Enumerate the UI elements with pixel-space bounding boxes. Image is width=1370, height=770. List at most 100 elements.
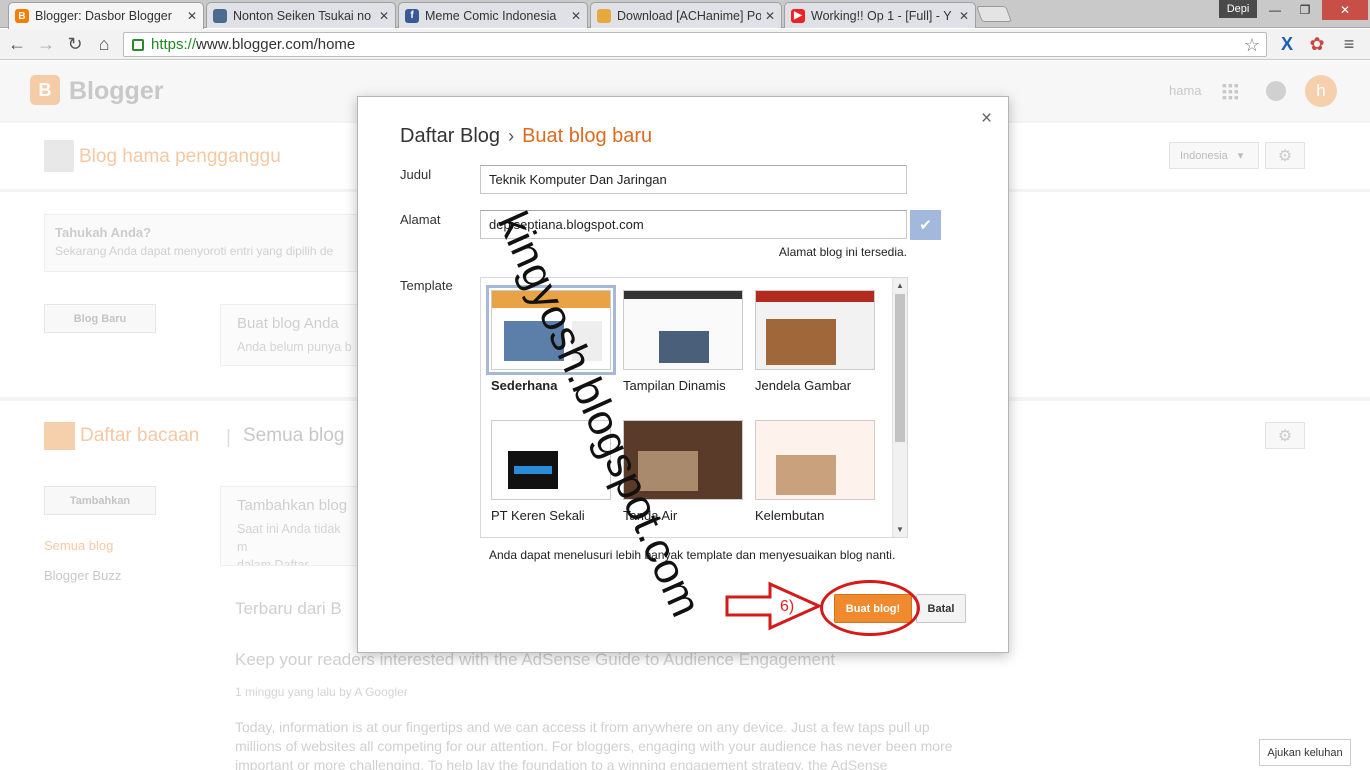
breadcrumb-root[interactable]: Daftar Blog <box>400 125 500 147</box>
scroll-down-icon[interactable]: ▼ <box>896 525 904 534</box>
template-thumbnail <box>755 290 875 370</box>
template-name: Tanda Air <box>623 508 678 523</box>
browser-tab-download[interactable]: Download [ACHanime] Po ✕ <box>590 2 782 28</box>
url-path: www.blogger.com/home <box>196 36 356 53</box>
callout-body: Anda belum punya b <box>237 340 352 354</box>
tab-close-icon[interactable]: ✕ <box>765 9 775 23</box>
maximize-icon[interactable]: ❐ <box>1290 0 1320 20</box>
apps-grid-icon[interactable]: ▪▪▪ ▪▪▪ ▪▪▪ <box>1222 78 1240 104</box>
bookmark-star-icon[interactable]: ☆ <box>1244 35 1260 56</box>
address-available-text: Alamat blog ini tersedia. <box>778 245 907 259</box>
settings-gear-icon[interactable]: ⚙ <box>1265 142 1305 169</box>
template-thumbnail <box>491 420 611 500</box>
tab-close-icon[interactable]: ✕ <box>379 9 389 23</box>
annotation-arrow <box>725 581 823 631</box>
callout-title: Buat blog Anda <box>237 315 339 332</box>
template-name: Sederhana <box>491 378 558 393</box>
address-bar[interactable]: https:// www.blogger.com/home ☆ <box>123 32 1267 57</box>
template-name: Jendela Gambar <box>755 378 852 393</box>
blog-name[interactable]: Blog hama pengganggu <box>79 146 281 168</box>
back-icon[interactable]: ← <box>6 33 28 55</box>
new-blog-button[interactable]: Blog Baru <box>44 304 156 333</box>
avatar[interactable]: h <box>1305 75 1337 107</box>
reading-list-title: Daftar bacaan <box>80 425 200 446</box>
header-username[interactable]: hama <box>1169 83 1202 98</box>
extension-x-icon[interactable]: X <box>1276 33 1298 55</box>
tv-icon <box>213 8 227 23</box>
template-scrollbar[interactable]: ▲ ▼ <box>892 278 907 537</box>
browser-toolbar: ← → ↻ ⌂ https:// www.blogger.com/home ☆ … <box>0 29 1370 60</box>
dialog-close-icon[interactable]: × <box>981 108 992 130</box>
brand-name: Blogger <box>69 77 164 105</box>
reading-settings-gear-icon[interactable]: ⚙ <box>1265 422 1305 449</box>
template-jendela-gambar[interactable]: Jendela Gambar <box>755 290 879 393</box>
template-thumbnail <box>755 420 875 500</box>
add-button[interactable]: Tambahkan <box>44 486 156 515</box>
facebook-icon: f <box>405 8 419 23</box>
blogger-logo-icon[interactable]: B <box>30 75 60 105</box>
template-label: Template <box>400 278 453 293</box>
reload-icon[interactable]: ↻ <box>64 33 86 55</box>
browser-tab-blogger[interactable]: B Blogger: Dasbor Blogger ✕ <box>8 2 204 29</box>
tab-title: Meme Comic Indonesia <box>425 8 557 23</box>
template-thumbnail <box>486 285 616 375</box>
template-name: PT Keren Sekali <box>491 508 585 523</box>
language-value: Indonesia <box>1180 149 1228 162</box>
breadcrumb-current: Buat blog baru <box>522 125 653 147</box>
browser-user-badge[interactable]: Depi <box>1219 0 1257 18</box>
post-title[interactable]: Keep your readers interested with the Ad… <box>235 650 835 670</box>
title-label: Judul <box>400 167 432 182</box>
annotation-step-label: 6) <box>780 598 795 615</box>
title-separator: | <box>226 427 231 448</box>
minimize-icon[interactable]: — <box>1260 0 1290 20</box>
template-kelembutan[interactable]: Kelembutan <box>755 420 879 523</box>
forward-icon[interactable]: → <box>35 33 57 55</box>
title-input[interactable] <box>480 165 907 194</box>
tab-close-icon[interactable]: ✕ <box>187 9 197 23</box>
check-icon: ✔ <box>910 210 941 240</box>
browser-tab-meme[interactable]: f Meme Comic Indonesia ✕ <box>398 2 588 28</box>
language-select[interactable]: Indonesia ▾ <box>1169 142 1259 169</box>
nav-blogger-buzz[interactable]: Blogger Buzz <box>44 568 121 583</box>
address-input[interactable] <box>480 210 907 239</box>
nav-all-blogs[interactable]: Semua blog <box>44 538 113 553</box>
extension-anime-icon[interactable]: ✿ <box>1306 33 1328 55</box>
template-pt-keren-sekali[interactable]: PT Keren Sekali <box>491 420 615 523</box>
reading-list-icon <box>44 422 75 450</box>
template-sederhana[interactable]: Sederhana <box>486 285 616 393</box>
home-icon[interactable]: ⌂ <box>93 33 115 55</box>
browser-tab-youtube[interactable]: ▶ Working!! Op 1 - [Full] - Y ✕ <box>784 2 976 28</box>
create-blog-dialog: × Daftar Blog › Buat blog baru Judul Alama… <box>357 96 1009 653</box>
latest-from-heading: Terbaru dari B <box>235 599 342 618</box>
post-body: Today, information is at our fingertips … <box>235 719 953 770</box>
folder-icon <box>597 8 611 23</box>
notification-bell-icon[interactable] <box>1266 81 1286 101</box>
template-picker: Sederhana Tampilan Dinamis Jendela Gamba… <box>480 277 908 538</box>
menu-icon[interactable]: ≡ <box>1338 33 1360 55</box>
tab-title: Blogger: Dasbor Blogger <box>35 9 172 23</box>
tab-close-icon[interactable]: ✕ <box>571 9 581 23</box>
window-close-icon[interactable]: ✕ <box>1322 0 1368 20</box>
template-tanda-air[interactable]: Tanda Air <box>623 420 747 523</box>
report-button[interactable]: Ajukan keluhan <box>1259 739 1351 766</box>
address-label: Alamat <box>400 212 441 227</box>
tab-close-icon[interactable]: ✕ <box>959 9 969 23</box>
scroll-up-icon[interactable]: ▲ <box>896 281 904 290</box>
cancel-button[interactable]: Batal <box>916 594 966 623</box>
tip-box: Tahukah Anda? Sekarang Anda dapat menyor… <box>44 214 364 272</box>
add-blogs-callout: Tambahkan blog Saat ini Anda tidak m dal… <box>220 486 370 566</box>
youtube-icon: ▶ <box>791 8 805 23</box>
callout-title: Tambahkan blog <box>237 497 348 514</box>
template-tampilan-dinamis[interactable]: Tampilan Dinamis <box>623 290 747 393</box>
annotation-highlight-circle <box>820 580 920 636</box>
template-name: Tampilan Dinamis <box>623 378 726 393</box>
scrollbar-thumb[interactable] <box>895 294 905 442</box>
callout-body: Saat ini Anda tidak m dalam Daftar Bacaa… <box>237 522 341 566</box>
tip-title: Tahukah Anda? <box>55 225 152 240</box>
post-meta: 1 minggu yang lalu by A Googler <box>235 685 408 699</box>
url-scheme: https:// <box>151 36 197 53</box>
chevron-down-icon: ▾ <box>1237 150 1244 162</box>
template-thumbnail <box>623 290 743 370</box>
new-tab-button[interactable] <box>976 6 1012 22</box>
browser-tab-nonton[interactable]: Nonton Seiken Tsukai no ✕ <box>206 2 396 28</box>
